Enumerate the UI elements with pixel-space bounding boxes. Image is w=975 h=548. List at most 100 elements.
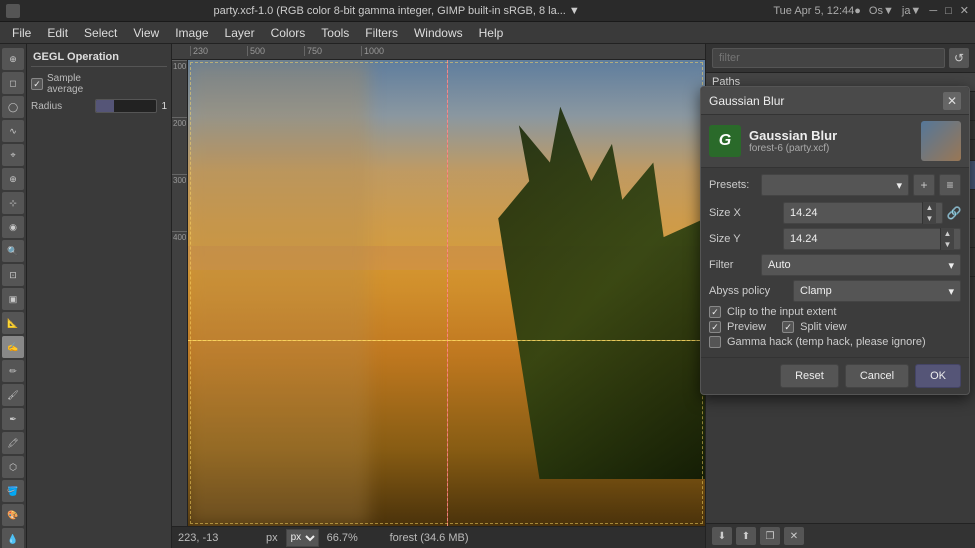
size-x-increment[interactable]: ▲: [922, 202, 936, 213]
maximize-btn[interactable]: □: [945, 5, 952, 17]
canvas-body: 100 200 300 400: [172, 60, 705, 526]
split-view-checkbox[interactable]: [782, 321, 794, 333]
size-x-input[interactable]: 14.24 ▲ ▼: [783, 202, 943, 224]
menu-file[interactable]: File: [4, 24, 39, 42]
menu-select[interactable]: Select: [76, 24, 125, 42]
new-layer-from-visible-btn[interactable]: ⬇: [712, 527, 732, 545]
size-y-increment[interactable]: ▲: [940, 228, 954, 239]
preview-checkbox[interactable]: [709, 321, 721, 333]
layers-footer: ⬇ ⬆ ❐ ✕: [706, 523, 975, 548]
sample-average-label: Sample average: [47, 73, 117, 95]
tool-ellipse[interactable]: ◯: [2, 96, 24, 118]
preview-label: Preview: [727, 321, 766, 333]
canvas-area: 230 500 750 1000 100 200 300 400: [172, 44, 705, 548]
clip-input-row: Clip to the input extent: [709, 306, 961, 318]
menu-tools[interactable]: Tools: [313, 24, 357, 42]
tool-mypaint[interactable]: 🖍: [2, 432, 24, 454]
menu-edit[interactable]: Edit: [39, 24, 76, 42]
ruler-v-mark-3: 300: [172, 174, 187, 231]
plugin-subtitle: forest-6 (party.xcf): [749, 143, 913, 154]
tool-warp[interactable]: ▣: [2, 288, 24, 310]
size-x-spinbuttons[interactable]: ▲ ▼: [922, 202, 936, 224]
duplicate-layer-btn[interactable]: ❐: [760, 527, 780, 545]
os-label[interactable]: Os▼: [869, 5, 894, 17]
preview-split-row: Preview Split view: [709, 321, 961, 333]
size-x-decrement[interactable]: ▼: [922, 213, 936, 224]
tool-foreground[interactable]: ⊕: [2, 168, 24, 190]
radius-row: Radius 1: [31, 97, 167, 115]
size-y-input[interactable]: 14.24 ▲ ▼: [783, 228, 961, 250]
tool-options-header: GEGL Operation: [31, 48, 167, 67]
tool-move[interactable]: ⊕: [2, 48, 24, 70]
raise-layer-btn[interactable]: ⬆: [736, 527, 756, 545]
abyss-select[interactable]: Clamp ▾: [793, 280, 961, 302]
minimize-btn[interactable]: ─: [929, 5, 937, 17]
tool-heal[interactable]: 🪣: [2, 480, 24, 502]
tool-zoom[interactable]: 🔍: [2, 240, 24, 262]
lang-label[interactable]: ja▼: [902, 5, 921, 17]
active-layer-info: forest (34.6 MB): [390, 532, 699, 544]
tool-airbrush[interactable]: 🖌: [2, 384, 24, 406]
filter-method-select[interactable]: Auto ▾: [761, 254, 961, 276]
title-bar: party.xcf-1.0 (RGB color 8-bit gamma int…: [0, 0, 975, 22]
abyss-policy-row: Abyss policy Clamp ▾: [709, 280, 961, 302]
menu-windows[interactable]: Windows: [406, 24, 471, 42]
tool-transform[interactable]: ⊹: [2, 192, 24, 214]
menu-filters[interactable]: Filters: [357, 24, 406, 42]
ok-button[interactable]: OK: [915, 364, 961, 388]
reset-button[interactable]: Reset: [780, 364, 839, 388]
clip-input-checkbox[interactable]: [709, 306, 721, 318]
menu-image[interactable]: Image: [167, 24, 216, 42]
tool-fill[interactable]: 🎨: [2, 504, 24, 526]
size-y-spinbuttons[interactable]: ▲ ▼: [940, 228, 954, 250]
dialog-header: G Gaussian Blur forest-6 (party.xcf): [701, 115, 969, 168]
app-icon: [6, 4, 20, 18]
ruler-v-mark-4: 400: [172, 231, 187, 288]
gamma-hack-checkbox[interactable]: [709, 336, 721, 348]
radius-value: 1: [161, 101, 167, 112]
sample-average-row: Sample average: [31, 71, 167, 97]
window-title: party.xcf-1.0 (RGB color 8-bit gamma int…: [26, 5, 767, 17]
size-y-decrement[interactable]: ▼: [940, 239, 954, 250]
presets-select[interactable]: ▾: [761, 174, 909, 196]
datetime: Tue Apr 5, 12:44●: [773, 5, 861, 17]
tool-clone[interactable]: ⬡: [2, 456, 24, 478]
tool-pencil[interactable]: ✏: [2, 360, 24, 382]
status-bar: 223, -13 px px 66.7% forest (34.6 MB): [172, 526, 705, 548]
ruler-mark-500: 500: [247, 46, 304, 56]
canvas-viewport[interactable]: [188, 60, 705, 526]
size-x-label: Size X: [709, 207, 779, 219]
filter-input[interactable]: [712, 48, 945, 68]
tool-fuzzy[interactable]: ⌖: [2, 144, 24, 166]
tool-align[interactable]: ◉: [2, 216, 24, 238]
sample-average-checkbox[interactable]: [31, 78, 43, 90]
tool-lasso[interactable]: ∿: [2, 120, 24, 142]
menu-colors[interactable]: Colors: [263, 24, 314, 42]
radius-slider[interactable]: [95, 99, 157, 113]
menu-layer[interactable]: Layer: [217, 24, 263, 42]
ruler-vertical: 100 200 300 400: [172, 60, 188, 526]
abyss-value: Clamp: [800, 285, 832, 297]
menu-bar: File Edit Select View Image Layer Colors…: [0, 22, 975, 44]
plugin-info: Gaussian Blur forest-6 (party.xcf): [749, 128, 913, 154]
gamma-hack-row: Gamma hack (temp hack, please ignore): [709, 336, 961, 348]
add-preset-button[interactable]: +: [913, 174, 935, 196]
tool-measure[interactable]: 📐: [2, 312, 24, 334]
close-btn[interactable]: ✕: [960, 4, 969, 17]
tool-gradient[interactable]: 💧: [2, 528, 24, 548]
toolbox: ⊕ ◻ ◯ ∿ ⌖ ⊕ ⊹ ◉ 🔍 ⊡ ▣ 📐 ✍ ✏ 🖌 ✒ 🖍 ⬡ 🪣 🎨 …: [0, 44, 27, 548]
tool-ink[interactable]: ✒: [2, 408, 24, 430]
refresh-button[interactable]: ↺: [949, 48, 969, 68]
tool-rect[interactable]: ◻: [2, 72, 24, 94]
tool-brush[interactable]: ✍: [2, 336, 24, 358]
menu-view[interactable]: View: [125, 24, 167, 42]
delete-layer-btn[interactable]: ✕: [784, 527, 804, 545]
menu-help[interactable]: Help: [471, 24, 512, 42]
size-link-icon[interactable]: 🔗: [947, 202, 961, 224]
unit-selector[interactable]: px: [286, 529, 319, 547]
dialog-close-button[interactable]: ✕: [943, 92, 961, 110]
crosshair-horizontal: [188, 340, 705, 341]
preset-menu-button[interactable]: ≡: [939, 174, 961, 196]
tool-crop[interactable]: ⊡: [2, 264, 24, 286]
cancel-button[interactable]: Cancel: [845, 364, 909, 388]
